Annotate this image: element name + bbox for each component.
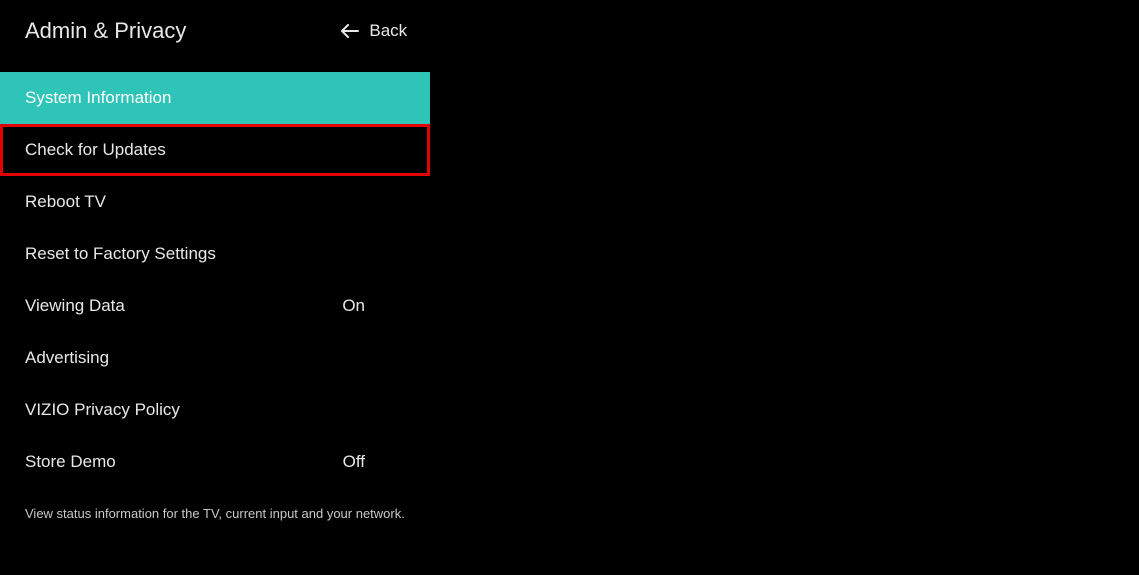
menu-item-label: System Information: [25, 88, 171, 108]
menu-item-label: Check for Updates: [25, 140, 166, 160]
back-label: Back: [369, 21, 407, 41]
back-arrow-icon: [341, 24, 359, 38]
menu-item-viewing-data[interactable]: Viewing Data On: [0, 280, 430, 332]
menu: System Information Check for Updates Reb…: [0, 72, 1139, 488]
menu-item-label: VIZIO Privacy Policy: [25, 400, 180, 420]
menu-item-value: Off: [343, 452, 405, 472]
page-title: Admin & Privacy: [25, 18, 186, 44]
menu-item-label: Store Demo: [25, 452, 116, 472]
menu-item-label: Advertising: [25, 348, 109, 368]
menu-item-reboot-tv[interactable]: Reboot TV: [0, 176, 430, 228]
menu-item-advertising[interactable]: Advertising: [0, 332, 430, 384]
menu-item-vizio-privacy-policy[interactable]: VIZIO Privacy Policy: [0, 384, 430, 436]
header: Admin & Privacy Back: [0, 0, 1139, 62]
menu-item-label: Reboot TV: [25, 192, 106, 212]
menu-item-store-demo[interactable]: Store Demo Off: [0, 436, 430, 488]
menu-item-label: Reset to Factory Settings: [25, 244, 216, 264]
description-text: View status information for the TV, curr…: [0, 488, 1139, 539]
menu-item-check-for-updates[interactable]: Check for Updates: [0, 124, 430, 176]
menu-item-reset-to-factory-settings[interactable]: Reset to Factory Settings: [0, 228, 430, 280]
menu-item-system-information[interactable]: System Information: [0, 72, 430, 124]
menu-item-label: Viewing Data: [25, 296, 125, 316]
back-button[interactable]: Back: [341, 21, 407, 41]
menu-item-value: On: [342, 296, 405, 316]
